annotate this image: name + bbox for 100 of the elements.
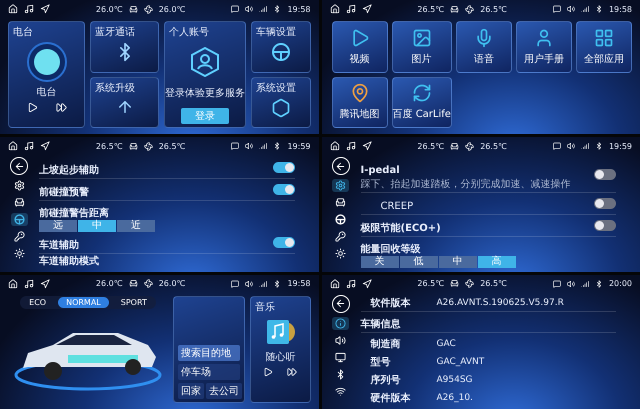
play-icon[interactable] bbox=[26, 102, 38, 113]
message-icon bbox=[552, 5, 561, 13]
home-shortcut[interactable]: 回家 bbox=[178, 382, 204, 399]
monitor-icon bbox=[335, 352, 346, 363]
drive-mode-tab[interactable]: SPORT bbox=[112, 296, 155, 308]
toggle-switch[interactable] bbox=[594, 169, 616, 180]
info-value: GAC_AVNT bbox=[436, 356, 484, 367]
bluetooth-icon bbox=[594, 280, 603, 288]
message-icon bbox=[552, 280, 561, 288]
destination-search[interactable]: 搜索目的地 bbox=[178, 344, 240, 361]
home-icon[interactable] bbox=[8, 141, 18, 152]
signal-icon bbox=[580, 5, 589, 13]
card-title: 音乐 bbox=[255, 300, 275, 314]
account-message: 登录体验更多服务 bbox=[165, 86, 246, 100]
segment-option[interactable]: 远 bbox=[39, 220, 77, 232]
music-note-icon[interactable] bbox=[346, 278, 356, 289]
sun-icon bbox=[14, 248, 24, 260]
radio-card[interactable]: 电台 电台 bbox=[8, 21, 86, 128]
hexagon-icon bbox=[270, 98, 291, 118]
app-tile[interactable]: 全部应用 bbox=[576, 21, 632, 73]
sidebar-tab[interactable] bbox=[332, 316, 349, 330]
music-note-icon[interactable] bbox=[24, 141, 34, 152]
toggle-switch[interactable] bbox=[594, 220, 616, 232]
toggle-switch[interactable] bbox=[594, 198, 616, 210]
fan-icon bbox=[465, 142, 474, 151]
back-button[interactable] bbox=[332, 294, 350, 313]
clock-text: 20:00 bbox=[608, 279, 632, 288]
drive-mode-tab[interactable]: NORMAL bbox=[58, 296, 109, 308]
wifi-icon bbox=[335, 386, 346, 397]
feature-tile[interactable]: 蓝牙通话 bbox=[90, 21, 160, 73]
home-icon[interactable] bbox=[330, 278, 340, 289]
seat-icon bbox=[450, 4, 460, 14]
home-icon[interactable] bbox=[8, 4, 18, 14]
fan-icon bbox=[144, 279, 153, 288]
temperature-text: 26.5℃ bbox=[417, 142, 444, 151]
fast-forward-icon[interactable] bbox=[287, 366, 298, 377]
temperature-text: 26.5℃ bbox=[480, 142, 508, 151]
clock-text: 19:59 bbox=[287, 142, 310, 151]
home-icon[interactable] bbox=[330, 141, 340, 152]
play-icon[interactable] bbox=[263, 366, 274, 377]
feature-tile[interactable]: 系统设置 bbox=[251, 76, 310, 128]
info-label: 型号 bbox=[370, 356, 392, 369]
navigation-icon[interactable] bbox=[362, 141, 372, 152]
tile-title: 系统设置 bbox=[256, 82, 296, 95]
bluetooth-icon bbox=[335, 368, 346, 380]
circular-arrow-icon bbox=[412, 83, 432, 104]
home-icon[interactable] bbox=[330, 4, 340, 14]
navigation-icon[interactable] bbox=[40, 278, 50, 289]
fast-forward-icon[interactable] bbox=[56, 102, 67, 113]
segment-option[interactable]: 低 bbox=[400, 256, 438, 268]
app-tile[interactable]: 腾讯地图 bbox=[332, 76, 388, 128]
music-note-icon[interactable] bbox=[346, 141, 356, 152]
signal-icon bbox=[259, 5, 268, 13]
back-button[interactable] bbox=[332, 157, 350, 176]
music-note-icon[interactable] bbox=[24, 4, 34, 14]
info-label: 硬件版本 bbox=[370, 392, 412, 405]
steering-wheel-icon bbox=[270, 42, 291, 62]
feature-tile[interactable]: 车辆设置 bbox=[251, 21, 310, 73]
work-shortcut[interactable]: 去公司 bbox=[206, 382, 242, 399]
navigation-icon[interactable] bbox=[40, 4, 50, 14]
music-note-icon[interactable] bbox=[346, 4, 356, 14]
navigation-icon[interactable] bbox=[40, 141, 50, 152]
setting-title: 极限节能(ECO+) bbox=[360, 223, 441, 234]
drive-mode-tab[interactable]: ECO bbox=[21, 296, 54, 308]
fan-icon bbox=[465, 279, 474, 288]
seat-icon bbox=[128, 142, 138, 151]
back-arrow-icon bbox=[335, 298, 346, 310]
app-tile[interactable]: 用户手册 bbox=[516, 21, 572, 73]
info-label: 软件版本 bbox=[370, 296, 412, 310]
setting-title: 前碰撞预警 bbox=[39, 187, 89, 198]
parking-shortcut[interactable]: 停车场 bbox=[178, 364, 240, 380]
clock-text: 19:58 bbox=[287, 4, 310, 14]
app-tile[interactable]: 语音 bbox=[456, 21, 512, 73]
segment-option[interactable]: 关 bbox=[360, 256, 398, 268]
toggle-switch[interactable] bbox=[272, 237, 294, 248]
music-note-icon[interactable] bbox=[24, 278, 34, 289]
navigation-icon[interactable] bbox=[362, 4, 372, 14]
volume-icon bbox=[566, 5, 575, 13]
volume-icon bbox=[245, 280, 254, 288]
toggle-switch[interactable] bbox=[272, 184, 294, 196]
tile-title: 车辆设置 bbox=[256, 26, 296, 39]
setting-title: I-pedal bbox=[360, 165, 400, 176]
feature-tile[interactable]: 系统升级 bbox=[90, 76, 160, 128]
sidebar-tab[interactable] bbox=[10, 213, 28, 226]
fan-icon bbox=[144, 4, 153, 14]
home-icon[interactable] bbox=[8, 278, 18, 289]
segment-option[interactable]: 中 bbox=[438, 256, 476, 268]
app-tile[interactable]: 图片 bbox=[392, 21, 452, 73]
back-button[interactable] bbox=[10, 157, 28, 176]
radio-dial-icon bbox=[26, 42, 67, 82]
card-title: 个人账号 bbox=[169, 26, 210, 39]
sidebar-tab[interactable] bbox=[332, 179, 349, 192]
info-value: A26.AVNT.S.190625.V5.97.R bbox=[436, 298, 564, 308]
toggle-switch[interactable] bbox=[272, 162, 294, 174]
grid-icon bbox=[594, 28, 614, 48]
music-card[interactable]: 音乐 随心听 bbox=[250, 296, 310, 403]
app-tile[interactable]: 视频 bbox=[332, 21, 388, 73]
app-tile[interactable]: 百度 CarLife bbox=[392, 76, 452, 128]
segment-option[interactable]: 近 bbox=[117, 220, 155, 232]
navigation-icon[interactable] bbox=[362, 278, 372, 289]
